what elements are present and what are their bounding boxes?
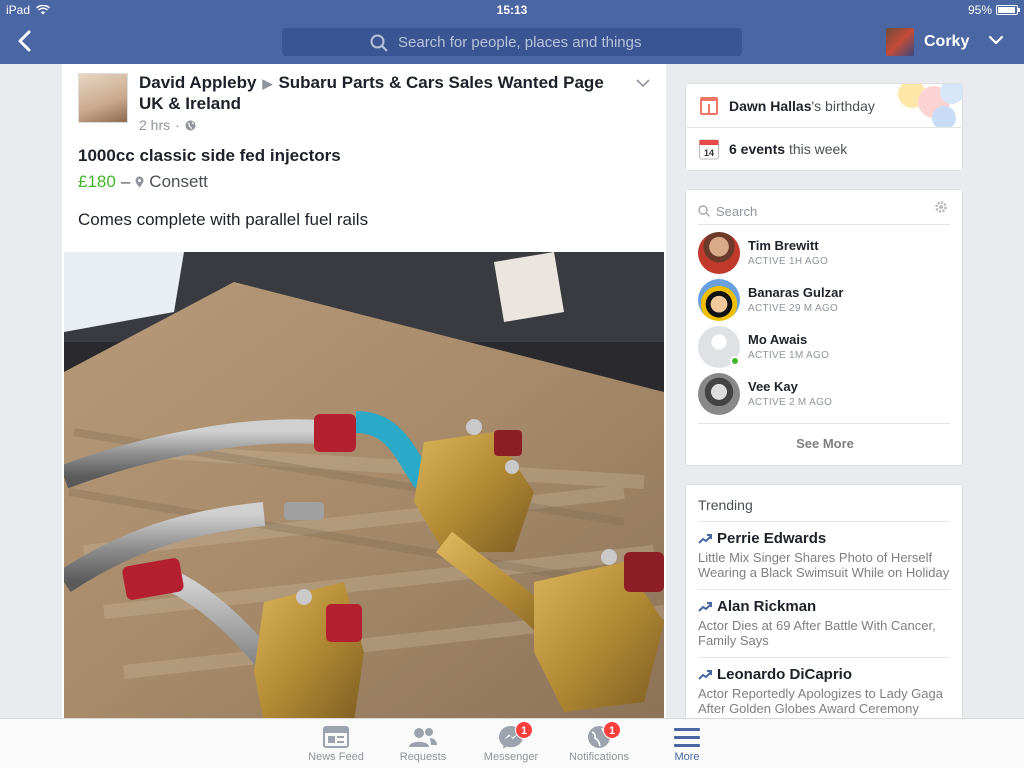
birthday-name[interactable]: Dawn Hallas [729, 98, 811, 114]
trending-arrow-icon [698, 669, 712, 680]
profile-avatar[interactable] [886, 28, 914, 56]
events-card: Dawn Hallas's birthday 14 6 events this … [685, 83, 963, 171]
search-input[interactable]: Search for people, places and things [398, 34, 642, 51]
listing-title: 1000cc classic side fed injectors [78, 146, 341, 165]
balloons-decoration [898, 84, 962, 128]
trending-description[interactable]: Actor Dies at 69 After Battle With Cance… [698, 618, 950, 648]
back-arrow-icon[interactable] [14, 28, 36, 54]
trending-arrow-icon [698, 533, 712, 544]
feed-post: David Appleby ▶ Subaru Parts & Cars Sales … [62, 64, 666, 718]
battery-percent: 95% [967, 3, 992, 17]
divider [698, 589, 950, 590]
friend-avatar[interactable] [698, 232, 740, 274]
chat-sidebar: Search Tim Brewitt ACTIVE 1H AGO Banaras… [685, 189, 963, 466]
news-feed-icon [323, 726, 349, 748]
divider [698, 423, 950, 424]
friend-name[interactable]: Tim Brewitt [748, 238, 819, 253]
status-bar: iPad 15:13 95% [0, 0, 1024, 20]
top-navigation-bar: iPad 15:13 95% Search for people, places… [0, 0, 1024, 64]
trending-item[interactable]: Perrie Edwards Little Mix Singer Shares … [698, 530, 950, 580]
friend-avatar[interactable] [698, 279, 740, 321]
friend-list-item[interactable]: Banaras Gulzar ACTIVE 29 M AGO [698, 279, 950, 323]
tab-requests[interactable]: Requests [383, 723, 463, 763]
friend-list-item[interactable]: Mo Awais ACTIVE 1M AGO [698, 326, 950, 370]
trending-arrow-icon [698, 601, 712, 612]
listing-description: Comes complete with parallel fuel rails [78, 210, 369, 229]
listing-price: £180 [78, 172, 116, 191]
search-icon [698, 205, 710, 217]
notifications-badge: 1 [603, 721, 621, 739]
post-options-chevron-icon[interactable] [636, 78, 650, 88]
price-separator: – [120, 172, 131, 191]
tab-notifications[interactable]: 1 Notifications [559, 721, 639, 763]
battery-icon [996, 5, 1020, 15]
gift-icon [700, 97, 718, 115]
friend-status: ACTIVE 1M AGO [748, 350, 830, 361]
trending-name[interactable]: Perrie Edwards [717, 530, 826, 547]
divider [698, 521, 950, 522]
status-time: 15:13 [496, 3, 528, 17]
trending-name[interactable]: Leonardo DiCaprio [717, 666, 852, 683]
divider [698, 224, 950, 225]
friend-requests-icon [409, 728, 437, 747]
birthday-suffix: 's birthday [811, 98, 875, 114]
search-icon [370, 34, 388, 52]
chat-search[interactable]: Search [698, 200, 950, 222]
tab-more[interactable]: More [647, 723, 727, 763]
author-name[interactable]: David Appleby [139, 73, 256, 92]
trending-description[interactable]: Actor Reportedly Apologizes to Lady Gaga… [698, 686, 950, 716]
post-meta: 2 hrs · [139, 117, 196, 133]
friend-status: ACTIVE 1H AGO [748, 256, 829, 267]
search-bar[interactable]: Search for people, places and things [282, 28, 742, 56]
friend-name[interactable]: Mo Awais [748, 332, 807, 347]
profile-shortcut[interactable]: Corky [886, 28, 969, 56]
calendar-day: 14 [704, 148, 714, 158]
post-header: David Appleby ▶ Subaru Parts & Cars Sales … [139, 73, 619, 114]
trending-item[interactable]: Leonardo DiCaprio Actor Reportedly Apolo… [698, 666, 950, 716]
author-avatar[interactable] [78, 73, 128, 123]
listing-price-location: £180 – Consett [78, 172, 208, 192]
gear-icon[interactable] [934, 200, 948, 214]
birthday-row[interactable]: Dawn Hallas's birthday [699, 96, 875, 116]
events-row[interactable]: 14 6 events this week [699, 138, 847, 160]
tab-messenger[interactable]: 1 Messenger [471, 721, 551, 763]
tab-label: Messenger [483, 751, 539, 763]
trending-description[interactable]: Little Mix Singer Shares Photo of Hersel… [698, 550, 950, 580]
friend-name[interactable]: Banaras Gulzar [748, 285, 843, 300]
divider [698, 657, 950, 658]
see-more-link[interactable]: See More [686, 436, 964, 451]
events-count[interactable]: 6 events [729, 141, 785, 157]
tab-label: Requests [399, 751, 447, 763]
friend-avatar[interactable] [698, 373, 740, 415]
post-time[interactable]: 2 hrs [139, 117, 170, 133]
triangle-right-icon: ▶ [262, 76, 273, 91]
trending-card: Trending Perrie Edwards Little Mix Singe… [685, 484, 963, 724]
calendar-icon: 14 [699, 139, 719, 160]
trending-item[interactable]: Alan Rickman Actor Dies at 69 After Batt… [698, 598, 950, 648]
events-suffix: this week [788, 141, 848, 157]
divider [686, 127, 962, 128]
bottom-tab-bar: News Feed Requests 1 Messenger 1 Notific… [0, 718, 1024, 768]
listing-photo[interactable] [64, 252, 664, 718]
friend-list-item[interactable]: Tim Brewitt ACTIVE 1H AGO [698, 232, 950, 276]
tab-news-feed[interactable]: News Feed [296, 723, 376, 763]
trending-name[interactable]: Alan Rickman [717, 598, 816, 615]
hamburger-menu-icon [674, 728, 700, 747]
profile-name[interactable]: Corky [924, 33, 969, 51]
messenger-badge: 1 [515, 721, 533, 739]
chat-search-input[interactable]: Search [716, 204, 757, 219]
listing-location[interactable]: Consett [149, 172, 208, 192]
location-pin-icon [135, 176, 144, 188]
friend-status: ACTIVE 29 M AGO [748, 303, 839, 314]
online-indicator [730, 356, 740, 366]
friend-list-item[interactable]: Vee Kay ACTIVE 2 M AGO [698, 373, 950, 417]
friend-status: ACTIVE 2 M AGO [748, 397, 833, 408]
tab-label: Notifications [569, 751, 629, 763]
friend-name[interactable]: Vee Kay [748, 379, 798, 394]
globe-icon [185, 120, 196, 130]
tab-label: News Feed [308, 751, 364, 763]
trending-title: Trending [698, 497, 753, 513]
tab-label: More [674, 751, 700, 763]
chevron-down-icon[interactable] [988, 34, 1004, 46]
